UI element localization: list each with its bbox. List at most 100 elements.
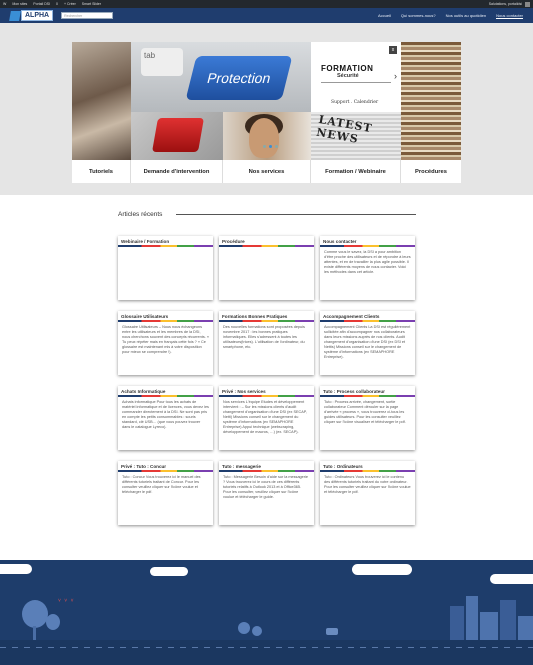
ground [0, 640, 533, 665]
article-excerpt [219, 247, 314, 253]
promo-divider [321, 82, 391, 83]
article-card[interactable]: Accompagnement Clients Accompagnement Cl… [320, 311, 415, 375]
adminbar-item-new[interactable]: + Créer [64, 2, 76, 6]
promo-subtitle: Sécurité [337, 73, 359, 79]
hero-tiles: tab Protection x FORMATION Sécurité › Su… [72, 42, 461, 183]
article-title[interactable]: Nous contacter [320, 236, 415, 245]
article-excerpt: Achats informatique Pour tous les achats… [122, 400, 209, 429]
caption-tutoriels[interactable]: Tutoriels [72, 160, 131, 183]
article-card[interactable]: Procédure [219, 236, 314, 300]
article-card[interactable]: Formations Bonnes Pratiques Des nouvelle… [219, 311, 314, 375]
article-card[interactable]: Privé : Nos services Nos services L'équi… [219, 386, 314, 450]
article-card[interactable]: Tuto : messagerie Tuto : Messagerie Beso… [219, 461, 314, 525]
cloud [150, 567, 188, 576]
birds-icon: ˅ ˅ ˅ [58, 598, 75, 604]
article-excerpt: Comme vous le savez, la DSI a pour ambit… [324, 250, 411, 274]
section-divider [176, 214, 416, 215]
article-card[interactable]: Glossaire Utilisateurs Glossaire Utilisa… [118, 311, 213, 375]
tile-news-image[interactable]: LATEST NEWS [311, 112, 401, 160]
tree [252, 626, 262, 636]
caption-demande-intervention[interactable]: Demande d'intervention [131, 160, 223, 183]
article-card[interactable]: Tuto : Ordinateurs Tuto : Ordinateurs Vo… [320, 461, 415, 525]
footer-illustration: ˅ ˅ ˅ [0, 560, 533, 665]
tab-key: tab [141, 48, 183, 76]
article-card[interactable]: Privé : Tuto : Concur Tuto : Concur Vous… [118, 461, 213, 525]
article-title[interactable]: Glossaire Utilisateurs [118, 311, 213, 320]
hero-captions: Tutoriels Demande d'intervention Nos ser… [72, 160, 461, 183]
slider-dot[interactable] [275, 145, 278, 148]
article-excerpt: Des nouvelles formations sont proposées … [223, 325, 305, 349]
logo-mark-icon [9, 10, 21, 21]
site-header: ALPHA Rechercher Accueil Qui sommes-nous… [0, 8, 533, 23]
article-title[interactable]: Achats Informatique [118, 386, 213, 395]
building [450, 606, 464, 642]
article-title[interactable]: Tuto : messagerie [219, 461, 314, 470]
building [518, 616, 533, 642]
article-excerpt: Glossaire Utilisateurs – Nous nous échan… [122, 325, 209, 354]
article-title[interactable]: Privé : Nos services [219, 386, 314, 395]
building [480, 612, 498, 642]
promo-popup[interactable]: x FORMATION Sécurité › Support . Calendr… [311, 42, 401, 112]
article-card[interactable]: Tuto : Process collaborateur Tuto : Proc… [320, 386, 415, 450]
tree [46, 614, 60, 630]
adminbar-item-site[interactable]: Portail DSI [33, 2, 50, 6]
car [326, 628, 338, 635]
tile-books-image[interactable] [401, 42, 461, 160]
article-title[interactable]: Formations Bonnes Pratiques [219, 311, 314, 320]
caption-nos-services[interactable]: Nos services [223, 160, 311, 183]
chevron-right-icon[interactable]: › [394, 71, 397, 81]
article-title[interactable]: Privé : Tuto : Concur [118, 461, 213, 470]
logo-text: ALPHA [21, 10, 54, 21]
promo-title: FORMATION [321, 64, 374, 73]
building [500, 600, 516, 642]
search-input[interactable]: Rechercher [61, 12, 114, 19]
article-title[interactable]: Tuto : Ordinateurs [320, 461, 415, 470]
promo-tagline: Support . Calendrier [331, 100, 379, 105]
article-card[interactable]: Achats Informatique Achats informatique … [118, 386, 213, 450]
site-logo[interactable]: ALPHA [9, 10, 54, 21]
section-title: Articles récents [118, 211, 163, 218]
news-headline: LATEST NEWS [315, 112, 374, 146]
article-excerpt: Nos services L'équipe Etudes et développ… [223, 400, 307, 434]
tile-notes-image[interactable] [72, 42, 131, 160]
red-key [152, 118, 204, 152]
adminbar-greeting[interactable]: Salutations, portaildsi [489, 2, 522, 6]
wordpress-icon[interactable]: W [3, 2, 6, 6]
article-title[interactable]: Procédure [219, 236, 314, 245]
cloud [352, 564, 412, 575]
nav-item-tools[interactable]: Nos outils au quotidien [446, 13, 486, 19]
article-excerpt: Tuto : Process arrivée, changement, sort… [324, 400, 406, 424]
adminbar-item-my-sites[interactable]: Mon sites [12, 2, 27, 6]
nav-item-contact[interactable]: Nous contacter [496, 13, 523, 19]
article-excerpt: Tuto : Messagerie Besoin d'aide sur la m… [223, 475, 309, 499]
close-icon[interactable]: x [389, 46, 397, 54]
adminbar-item-comments[interactable]: 0 [56, 2, 58, 6]
article-title[interactable]: Webinaire / Formation [118, 236, 213, 245]
slider-dot-active[interactable] [269, 145, 272, 148]
adminbar-item-smart-slider[interactable]: Smart Slider [82, 2, 101, 6]
cloud [0, 564, 32, 574]
article-card[interactable]: Nous contacter Comme vous le savez, la D… [320, 236, 415, 300]
protection-key: Protection [185, 56, 293, 100]
caption-procedures[interactable]: Procédures [401, 160, 461, 183]
tile-headset-image[interactable] [223, 112, 311, 160]
slider-dot[interactable] [263, 145, 266, 148]
article-excerpt: Accompagnement Clients La DSI est réguli… [324, 325, 411, 359]
avatar[interactable] [525, 1, 530, 7]
article-title[interactable]: Accompagnement Clients [320, 311, 415, 320]
tree [22, 600, 48, 628]
slider-dots [263, 145, 278, 148]
tile-red-key-image[interactable] [131, 112, 223, 160]
article-title[interactable]: Tuto : Process collaborateur [320, 386, 415, 395]
tile-protection-image[interactable]: tab Protection [131, 42, 311, 112]
road [0, 647, 533, 648]
article-card[interactable]: Webinaire / Formation [118, 236, 213, 300]
article-excerpt: Tuto : Ordinateurs Vous trouverez ici le… [324, 475, 411, 494]
article-excerpt [118, 247, 213, 253]
nav-item-about[interactable]: Qui sommes-nous? [401, 13, 436, 19]
admin-bar: W Mon sites Portail DSI 0 + Créer Smart … [0, 0, 533, 8]
tree [238, 622, 250, 634]
caption-formation-webinaire[interactable]: Formation / Webinaire [311, 160, 401, 183]
nav-item-home[interactable]: Accueil [378, 13, 391, 19]
main-nav: Accueil Qui sommes-nous? Nos outils au q… [378, 13, 523, 19]
